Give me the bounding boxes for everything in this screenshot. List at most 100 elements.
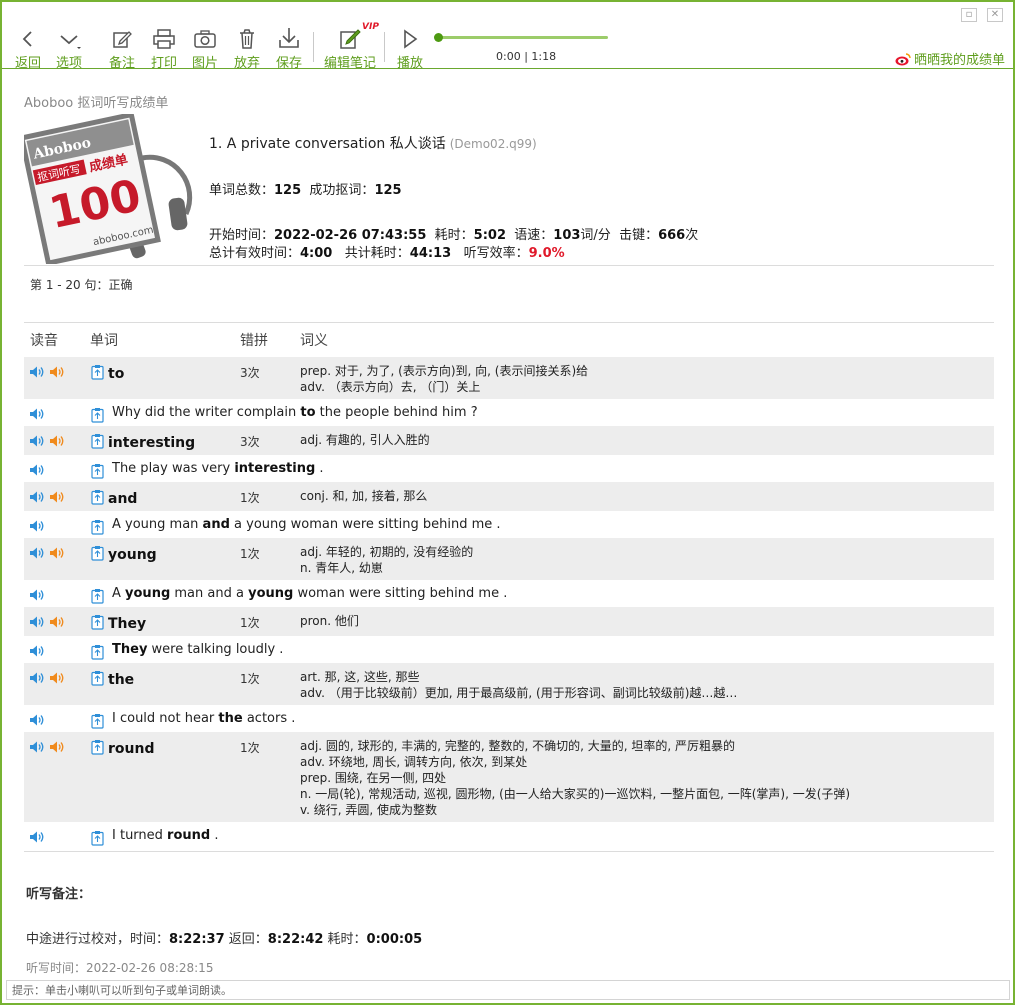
example-sentence: I could not hear the actors . [112, 711, 295, 726]
play-button[interactable]: 播放 [389, 24, 431, 71]
speaker-blue-icon[interactable] [29, 713, 45, 727]
speaker-orange-icon[interactable] [49, 490, 65, 504]
speaker-orange-icon[interactable] [49, 546, 65, 560]
efficiency-value: 9.0% [528, 246, 565, 261]
hint-status-bar: 提示：单击小喇叭可以听到句子或单词朗读。 [6, 980, 1010, 1000]
speaker-orange-icon[interactable] [49, 365, 65, 379]
playback-progress-track[interactable] [438, 36, 608, 39]
col-meaning: 词义 [300, 333, 328, 349]
lesson-title: 1. A private conversation 私人谈话 (Demo02.q9… [209, 133, 537, 153]
col-word: 单词 [90, 333, 118, 349]
weibo-icon [895, 52, 911, 65]
share-scorecard-link[interactable]: 晒晒我的成绩单 [895, 49, 1005, 68]
speaker-blue-icon[interactable] [29, 407, 45, 421]
clipboard-icon[interactable] [91, 433, 104, 449]
sentence-row: They were talking loudly . [24, 636, 994, 663]
definition-line: conj. 和, 加, 接着, 那么 [300, 489, 428, 503]
sentence-row: Why did the writer complain to the peopl… [24, 399, 994, 426]
example-sentence: I turned round . [112, 828, 218, 843]
speaker-blue-icon[interactable] [29, 463, 45, 477]
effective-value: 4:00 [300, 246, 333, 261]
lesson-file: (Demo02.q99) [449, 137, 537, 151]
clipboard-icon[interactable] [91, 739, 104, 755]
speaker-orange-icon[interactable] [49, 671, 65, 685]
speaker-blue-icon[interactable] [29, 546, 45, 560]
print-label: 打印 [150, 56, 177, 71]
printer-icon [153, 29, 175, 49]
word-text: young [108, 547, 157, 563]
toolbar-separator-2 [384, 32, 385, 62]
speaker-blue-icon[interactable] [29, 830, 45, 844]
clipboard-icon[interactable] [91, 463, 104, 479]
clipboard-icon[interactable] [91, 545, 104, 561]
report-title: Aboboo 抠词听写成绩单 [24, 96, 169, 111]
speed-label: 语速： [514, 228, 554, 243]
clipboard-icon[interactable] [91, 670, 104, 686]
scorecard-stamp-logo: Aboboo 抠词听写 成绩单 100 aboboo.com [18, 111, 194, 267]
clipboard-icon[interactable] [91, 713, 104, 729]
sentence-fragment: . [210, 828, 219, 843]
highlighted-word: young [125, 586, 171, 601]
clipboard-icon[interactable] [91, 830, 104, 846]
options-button[interactable]: 选项 [48, 24, 90, 71]
back-button[interactable]: 返回 [7, 24, 49, 71]
clipboard-icon[interactable] [91, 489, 104, 505]
definition-line: n. 一局(轮), 常规活动, 巡视, 圆形物, (由一人给大家买的)一巡饮料,… [300, 787, 851, 801]
word-definitions: adj. 圆的, 球形的, 丰满的, 完整的, 整数的, 不确切的, 大量的, … [300, 738, 850, 818]
clipboard-icon[interactable] [91, 614, 104, 630]
sentence-fragment: Why did the writer complain [112, 405, 301, 420]
save-button[interactable]: 保存 [268, 24, 310, 71]
sentence-fragment: A [112, 586, 126, 601]
playback-time: 0:00 | 1:18 [496, 50, 557, 63]
sentence-fragment: a young woman were sitting behind me . [229, 517, 501, 532]
clipboard-icon[interactable] [91, 588, 104, 604]
speaker-orange-icon[interactable] [49, 615, 65, 629]
edit-notes-button[interactable]: VIP 编辑笔记 [322, 22, 379, 71]
definition-line: adj. 年轻的, 初期的, 没有经验的 [300, 545, 474, 559]
sentence-row: A young man and a young woman were sitti… [24, 580, 994, 607]
definition-line: pron. 他们 [300, 614, 359, 628]
playback-progress-handle[interactable] [434, 33, 443, 42]
speaker-blue-icon[interactable] [29, 588, 45, 602]
speaker-blue-icon[interactable] [29, 740, 45, 754]
total-time-value: 44:13 [409, 246, 452, 261]
speaker-blue-icon[interactable] [29, 365, 45, 379]
speaker-orange-icon[interactable] [49, 740, 65, 754]
note-button[interactable]: 备注 [101, 24, 143, 71]
clipboard-icon[interactable] [91, 519, 104, 535]
highlighted-word: and [202, 517, 230, 532]
start-label: 开始时间： [209, 228, 275, 243]
sentence-fragment: the people behind him ? [315, 405, 478, 420]
definition-line: adj. 圆的, 球形的, 丰满的, 完整的, 整数的, 不确切的, 大量的, … [300, 739, 735, 753]
image-button[interactable]: 图片 [184, 24, 226, 71]
clipboard-icon[interactable] [91, 364, 104, 380]
back-label: 返回 [14, 56, 41, 71]
speaker-blue-icon[interactable] [29, 615, 45, 629]
print-button[interactable]: 打印 [143, 24, 185, 71]
keys-unit: 次 [685, 228, 699, 243]
clipboard-icon[interactable] [91, 407, 104, 423]
clipboard-icon[interactable] [91, 644, 104, 660]
speaker-orange-icon[interactable] [49, 434, 65, 448]
misspell-count: 1次 [240, 741, 260, 755]
sentence-fragment: man and a [170, 586, 249, 601]
discard-button[interactable]: 放弃 [226, 24, 268, 71]
word-text: interesting [108, 435, 196, 451]
effective-label: 总计有效时间： [209, 246, 301, 261]
edit-notes-label: 编辑笔记 [323, 56, 376, 71]
sentence-fragment: I could not hear [112, 711, 219, 726]
speaker-blue-icon[interactable] [29, 519, 45, 533]
sentence-row: I could not hear the actors . [24, 705, 994, 732]
definition-line: adv. 环绕地, 周长, 调转方向, 依次, 到某处 [300, 755, 528, 769]
word-definitions: conj. 和, 加, 接着, 那么 [300, 488, 427, 504]
speed-unit: 词/分 [580, 228, 611, 243]
restore-window-button[interactable]: ▫ [961, 8, 977, 22]
speaker-blue-icon[interactable] [29, 644, 45, 658]
speaker-blue-icon[interactable] [29, 490, 45, 504]
speaker-blue-icon[interactable] [29, 434, 45, 448]
definition-line: v. 绕行, 弄圆, 使成为整数 [300, 803, 438, 817]
definition-line: adv. （表示方向）去, （门）关上 [300, 380, 481, 394]
sentence-row: A young man and a young woman were sitti… [24, 511, 994, 538]
close-window-button[interactable]: ✕ [987, 8, 1003, 22]
speaker-blue-icon[interactable] [29, 671, 45, 685]
